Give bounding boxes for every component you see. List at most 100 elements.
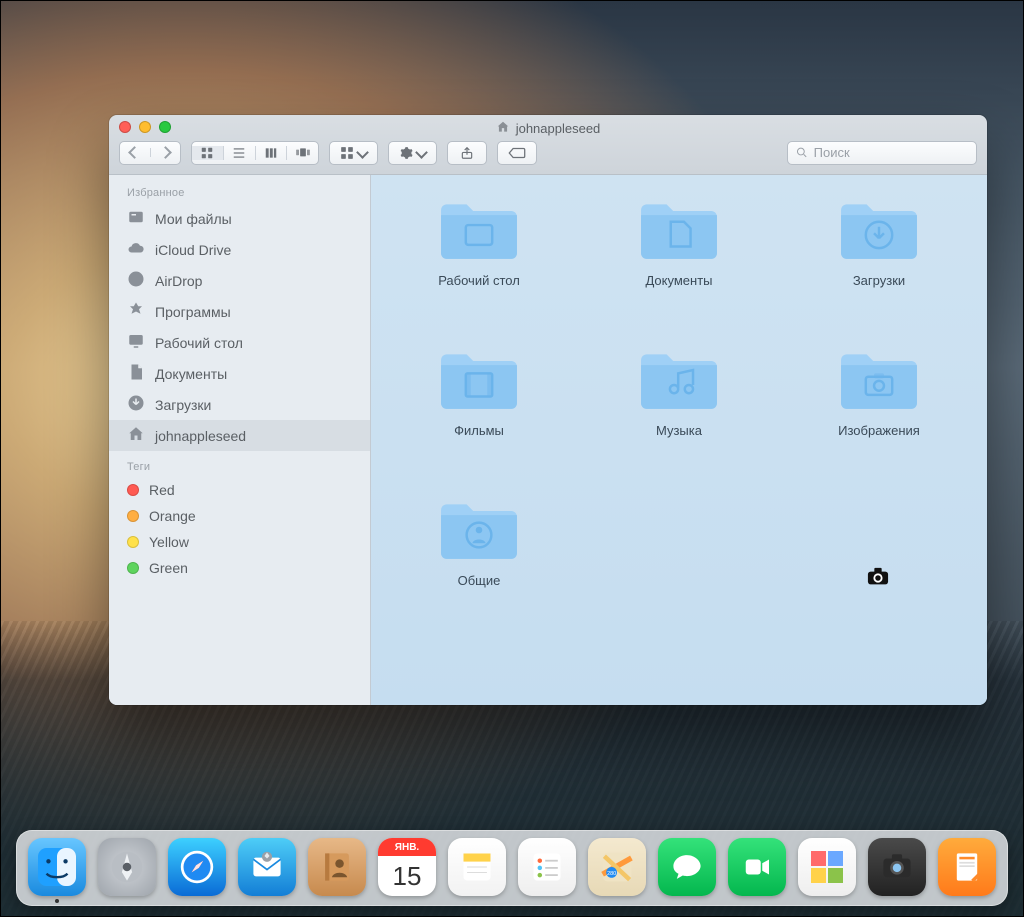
- sidebar-tag-yellow[interactable]: Yellow: [109, 529, 370, 555]
- share-button[interactable]: [447, 141, 487, 165]
- sidebar-tag-green[interactable]: Green: [109, 555, 370, 581]
- folder-movies[interactable]: Фильмы: [389, 347, 569, 438]
- sidebar-item-downloads[interactable]: Загрузки: [109, 389, 370, 420]
- running-indicator: [55, 899, 59, 903]
- window-title-text: johnappleseed: [516, 121, 601, 136]
- arrange-menu-button[interactable]: [329, 141, 378, 165]
- folder-icon: [837, 347, 921, 413]
- dock-app-calendar[interactable]: ЯНВ. 15: [378, 838, 436, 896]
- sidebar: Избранное Мои файлы iCloud Drive AirDrop…: [109, 175, 371, 705]
- view-list-button[interactable]: [224, 146, 256, 160]
- finder-window: johnappleseed: [109, 115, 987, 705]
- search-icon: [796, 146, 808, 159]
- all-my-files-icon: [127, 208, 145, 229]
- sidebar-item-applications[interactable]: Программы: [109, 296, 370, 327]
- sidebar-tag-orange[interactable]: Orange: [109, 503, 370, 529]
- zoom-button[interactable]: [159, 121, 171, 133]
- svg-text:280: 280: [607, 871, 616, 877]
- folder-label: Документы: [645, 273, 712, 288]
- toolbar: [109, 137, 987, 174]
- apps-icon: [127, 301, 145, 322]
- view-columns-button[interactable]: [256, 146, 288, 160]
- downloads-icon: [127, 394, 145, 415]
- dock-app-maps[interactable]: 280: [588, 838, 646, 896]
- sidebar-item-label: johnappleseed: [155, 428, 246, 444]
- desktop-icon: [127, 332, 145, 353]
- folder-label: Рабочий стол: [438, 273, 520, 288]
- sidebar-item-desktop[interactable]: Рабочий стол: [109, 327, 370, 358]
- folder-icon: [437, 197, 521, 263]
- minimize-button[interactable]: [139, 121, 151, 133]
- tag-dot-icon: [127, 536, 139, 548]
- folder-downloads[interactable]: Загрузки: [789, 197, 969, 288]
- search-input[interactable]: [814, 145, 968, 160]
- sidebar-item-label: Программы: [155, 304, 231, 320]
- folder-label: Загрузки: [853, 273, 905, 288]
- sidebar-item-documents[interactable]: Документы: [109, 358, 370, 389]
- dock-app-messages[interactable]: [658, 838, 716, 896]
- folder-label: Общие: [458, 573, 501, 588]
- close-button[interactable]: [119, 121, 131, 133]
- calendar-month: ЯНВ.: [378, 838, 436, 856]
- traffic-lights: [119, 121, 171, 133]
- nav-back-forward: [119, 141, 181, 165]
- forward-button[interactable]: [151, 148, 181, 157]
- dock-app-photobooth[interactable]: [798, 838, 856, 896]
- folder-label: Музыка: [656, 423, 702, 438]
- folder-icon: [637, 347, 721, 413]
- view-icons-button[interactable]: [192, 146, 224, 160]
- sidebar-item-airdrop[interactable]: AirDrop: [109, 265, 370, 296]
- edit-tags-button[interactable]: [497, 141, 537, 165]
- sidebar-item-label: Мои файлы: [155, 211, 232, 227]
- search-field[interactable]: [787, 141, 977, 165]
- sidebar-section-tags: Теги: [109, 457, 370, 477]
- dock-app-iphoto[interactable]: [868, 838, 926, 896]
- back-button[interactable]: [120, 148, 151, 157]
- folder-label: Изображения: [838, 423, 920, 438]
- dock-app-safari[interactable]: [168, 838, 226, 896]
- chevron-down-icon: [356, 146, 369, 159]
- folder-public[interactable]: Общие: [389, 497, 569, 588]
- dock-app-facetime[interactable]: [728, 838, 786, 896]
- sidebar-item-label: Рабочий стол: [155, 335, 243, 351]
- folder-pictures[interactable]: Изображения: [789, 347, 969, 438]
- tag-dot-icon: [127, 510, 139, 522]
- dock-app-contacts[interactable]: [308, 838, 366, 896]
- sidebar-item-all-my-files[interactable]: Мои файлы: [109, 203, 370, 234]
- action-menu-button[interactable]: [388, 141, 437, 165]
- dock-app-reminders[interactable]: [518, 838, 576, 896]
- sidebar-item-home[interactable]: johnappleseed: [109, 420, 370, 451]
- folder-icon: [437, 347, 521, 413]
- sidebar-item-label: Загрузки: [155, 397, 211, 413]
- folder-icon: [637, 197, 721, 263]
- calendar-day: 15: [378, 856, 436, 896]
- home-icon: [496, 120, 510, 137]
- tag-dot-icon: [127, 484, 139, 496]
- sidebar-item-label: iCloud Drive: [155, 242, 231, 258]
- sidebar-item-label: Документы: [155, 366, 227, 382]
- dock-app-notes[interactable]: [448, 838, 506, 896]
- airdrop-icon: [127, 270, 145, 291]
- folder-grid: Рабочий стол Документы Загрузки: [371, 175, 987, 705]
- documents-icon: [127, 363, 145, 384]
- dock-app-mail[interactable]: [238, 838, 296, 896]
- sidebar-tag-red[interactable]: Red: [109, 477, 370, 503]
- view-coverflow-button[interactable]: [287, 146, 318, 160]
- folder-desktop[interactable]: Рабочий стол: [389, 197, 569, 288]
- window-title: johnappleseed: [496, 120, 601, 137]
- titlebar: johnappleseed: [109, 115, 987, 175]
- folder-icon: [437, 497, 521, 563]
- dock-app-finder[interactable]: [28, 838, 86, 896]
- dock-app-launchpad[interactable]: [98, 838, 156, 896]
- screenshot-cursor-icon: [867, 567, 889, 585]
- folder-music[interactable]: Музыка: [589, 347, 769, 438]
- sidebar-item-label: Orange: [149, 508, 196, 524]
- sidebar-item-icloud[interactable]: iCloud Drive: [109, 234, 370, 265]
- cloud-icon: [127, 239, 145, 260]
- chevron-down-icon: [415, 146, 428, 159]
- folder-documents[interactable]: Документы: [589, 197, 769, 288]
- dock-app-pages[interactable]: [938, 838, 996, 896]
- sidebar-section-favorites: Избранное: [109, 183, 370, 203]
- sidebar-item-label: Green: [149, 560, 188, 576]
- dock: ЯНВ. 15 280: [16, 830, 1008, 906]
